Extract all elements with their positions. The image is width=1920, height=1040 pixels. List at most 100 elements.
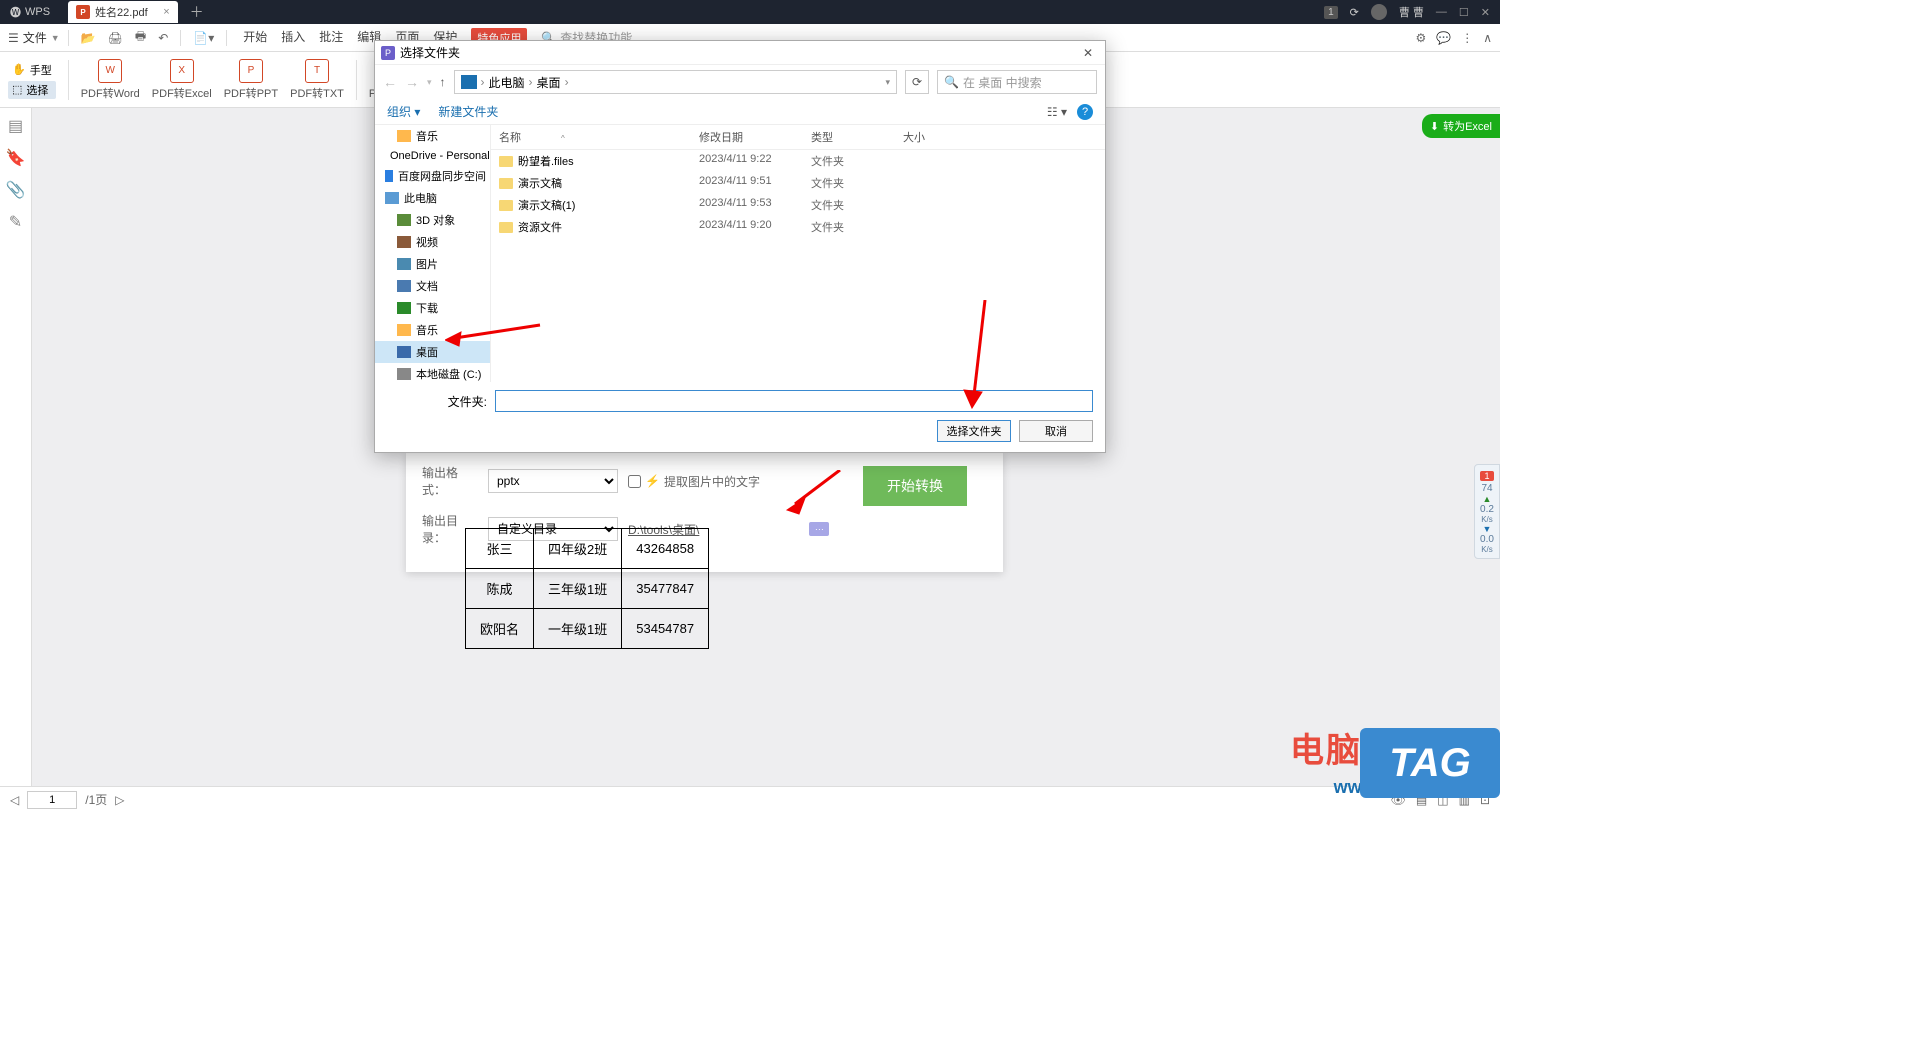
browse-button[interactable]: ··· — [809, 522, 829, 536]
network-widget[interactable]: 1 74 ▲ 0.2 K/s ▼ 0.0 K/s — [1474, 464, 1500, 559]
tree-item[interactable]: 3D 对象 — [375, 209, 490, 231]
page-input[interactable] — [27, 791, 77, 809]
bookmark-icon[interactable]: 🔖 — [6, 148, 26, 168]
dropdown-icon: ▼ — [51, 33, 60, 43]
up-button[interactable]: ↑ — [440, 75, 446, 89]
back-button[interactable]: ← — [383, 74, 397, 90]
folder-icon — [499, 200, 513, 211]
tree-item[interactable]: 百度网盘同步空间 — [375, 165, 490, 187]
pdf-to-word[interactable]: WPDF转Word — [81, 59, 140, 101]
mode-group: ✋手型 ⬚选择 — [8, 61, 56, 99]
pic-icon — [397, 258, 411, 270]
next-page-button[interactable]: ▷ — [115, 793, 124, 807]
tree-item[interactable]: 此电脑 — [375, 187, 490, 209]
dialog-close-button[interactable]: ✕ — [1077, 46, 1099, 60]
convert-excel-badge[interactable]: ⬇ 转为Excel — [1422, 114, 1500, 138]
dialog-title: 选择文件夹 — [400, 44, 460, 61]
pdf-to-excel[interactable]: XPDF转Excel — [152, 59, 212, 101]
widget-badge: 1 — [1480, 471, 1494, 481]
wps-icon: 🅦 — [10, 4, 21, 20]
file-row[interactable]: 演示文稿(1)2023/4/11 9:53文件夹 — [491, 194, 1105, 216]
tree-item[interactable]: 视频 — [375, 231, 490, 253]
thumbnail-icon[interactable]: ▤ — [8, 116, 23, 136]
save-icon[interactable]: 🖨 — [104, 29, 127, 47]
down-icon — [397, 302, 411, 314]
tree-item[interactable]: 桌面 — [375, 341, 490, 363]
open-icon[interactable]: 📂 — [77, 29, 100, 47]
chat-icon[interactable]: 💬 — [1436, 31, 1451, 45]
select-mode[interactable]: ⬚选择 — [8, 81, 56, 99]
user-name: 曹 曹 — [1399, 4, 1424, 20]
tree-item[interactable]: 文档 — [375, 275, 490, 297]
file-row[interactable]: 盼望着.files2023/4/11 9:22文件夹 — [491, 150, 1105, 172]
minimize-button[interactable]: — — [1436, 6, 1447, 18]
tree-item[interactable]: OneDrive - Personal — [375, 147, 490, 165]
file-row[interactable]: 演示文稿2023/4/11 9:51文件夹 — [491, 172, 1105, 194]
page-total: /1页 — [85, 791, 107, 808]
tab-start[interactable]: 开始 — [243, 28, 267, 48]
column-headers[interactable]: 名称^ 修改日期 类型 大小 — [491, 125, 1105, 150]
dialog-icon: P — [381, 46, 395, 60]
maximize-button[interactable]: ☐ — [1459, 6, 1469, 19]
sync-icon[interactable]: ⟳ — [1350, 6, 1359, 19]
tree-item[interactable]: 下载 — [375, 297, 490, 319]
file-row[interactable]: 资源文件2023/4/11 9:20文件夹 — [491, 216, 1105, 238]
prev-page-button[interactable]: ◁ — [10, 793, 19, 807]
organize-menu[interactable]: 组织 ▾ — [387, 103, 420, 120]
cancel-button[interactable]: 取消 — [1019, 420, 1093, 442]
breadcrumb[interactable]: › 此电脑 › 桌面 › ▾ — [454, 70, 897, 94]
close-button[interactable]: ✕ — [1481, 6, 1490, 19]
hand-mode[interactable]: ✋手型 — [8, 61, 56, 79]
excel-icon: X — [170, 59, 194, 83]
select-folder-button[interactable]: 选择文件夹 — [937, 420, 1011, 442]
notification-badge[interactable]: 1 — [1324, 6, 1338, 19]
close-icon[interactable]: × — [163, 6, 169, 18]
print-icon[interactable]: 🖶 — [131, 25, 150, 50]
start-convert-button[interactable]: 开始转换 — [863, 466, 967, 506]
drive-icon — [461, 75, 477, 89]
hamburger-icon[interactable]: ☰ — [8, 31, 19, 45]
collapse-icon[interactable]: ∧ — [1483, 31, 1492, 45]
dialog-search[interactable]: 🔍 在 桌面 中搜索 — [937, 70, 1097, 94]
file-menu[interactable]: 文件 — [23, 29, 47, 46]
music-icon — [397, 324, 411, 336]
window-controls: 1 ⟳ 曹 曹 — ☐ ✕ — [1324, 4, 1500, 20]
avatar[interactable] — [1371, 4, 1387, 20]
ppt-icon: P — [239, 59, 263, 83]
tree-item[interactable]: 音乐 — [375, 125, 490, 147]
app-logo: 🅦 WPS — [0, 4, 60, 20]
crumb-dropdown-icon[interactable]: ▾ — [885, 77, 890, 88]
new-folder-button[interactable]: 新建文件夹 — [438, 103, 498, 120]
extract-input[interactable] — [628, 475, 641, 488]
recent-button[interactable]: ▾ — [427, 77, 432, 88]
tree-item[interactable]: 音乐 — [375, 319, 490, 341]
excel-badge-icon: ⬇ — [1430, 120, 1439, 133]
signature-icon[interactable]: ✎ — [9, 212, 22, 232]
pdf-icon: P — [76, 5, 90, 19]
help-button[interactable]: ? — [1077, 104, 1093, 120]
undo-icon[interactable]: ↶ — [154, 29, 172, 47]
tree-item[interactable]: 本地磁盘 (C:) — [375, 363, 490, 382]
tree-item[interactable]: 图片 — [375, 253, 490, 275]
pdf-to-txt[interactable]: TPDF转TXT — [290, 59, 344, 101]
tab-insert[interactable]: 插入 — [281, 28, 305, 48]
forward-button[interactable]: → — [405, 74, 419, 90]
gear-icon[interactable]: ⚙ — [1415, 31, 1426, 45]
folder-tree[interactable]: 音乐OneDrive - Personal百度网盘同步空间此电脑3D 对象视频图… — [375, 125, 491, 382]
dialog-body: 音乐OneDrive - Personal百度网盘同步空间此电脑3D 对象视频图… — [375, 125, 1105, 382]
document-tab[interactable]: P 姓名22.pdf × — [68, 1, 178, 23]
folder-input[interactable] — [495, 390, 1093, 412]
tab-comment[interactable]: 批注 — [319, 28, 343, 48]
new-tab-button[interactable]: ＋ — [190, 2, 204, 22]
format-select[interactable]: pptx — [488, 469, 618, 493]
pdf-to-ppt[interactable]: PPDF转PPT — [224, 59, 278, 101]
attachment-icon[interactable]: 📎 — [6, 180, 26, 200]
refresh-button[interactable]: ⟳ — [905, 70, 929, 94]
widget-v1: 74 — [1481, 483, 1492, 494]
search-icon: 🔍 — [944, 75, 959, 89]
view-button[interactable]: ☷ ▾ — [1047, 105, 1067, 119]
watermark-tag: TAG — [1360, 728, 1500, 798]
doc-icon[interactable]: 📄▾ — [189, 29, 218, 47]
extract-checkbox[interactable]: ⚡ 提取图片中的文字 — [628, 473, 760, 490]
more-icon[interactable]: ⋮ — [1461, 31, 1473, 45]
